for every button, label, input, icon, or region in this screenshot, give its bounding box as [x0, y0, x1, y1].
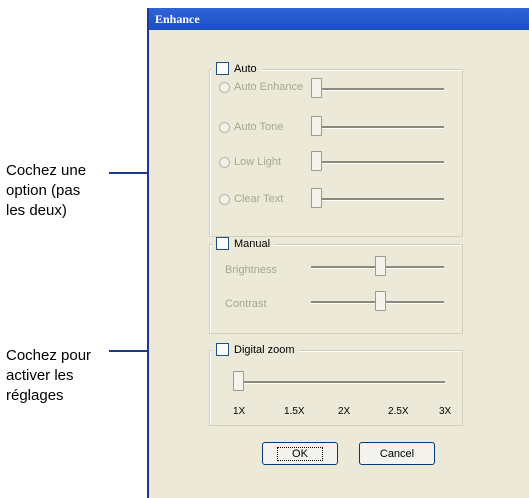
- callout-option-line-2: option (pas: [6, 182, 81, 199]
- contrast-label: Contrast: [225, 298, 267, 310]
- digital-zoom-label: Digital zoom: [234, 343, 295, 356]
- auto-legend: Auto: [212, 62, 261, 75]
- low-light-slider[interactable]: [311, 151, 322, 171]
- digital-zoom-checkbox[interactable]: [216, 343, 229, 356]
- manual-group: Manual: [209, 237, 463, 334]
- enhance-dialog: Enhance Auto Auto Enhance Auto Tone Low …: [147, 8, 529, 498]
- clear-text-slider[interactable]: [311, 188, 322, 208]
- brightness-slider[interactable]: [375, 256, 386, 276]
- radio-button-icon: [219, 193, 230, 205]
- slider-track: [314, 88, 444, 91]
- radio-button-icon: [219, 121, 230, 133]
- radio-auto-enhance[interactable]: Auto Enhance: [219, 81, 303, 93]
- zoom-tick-1x: 1X: [233, 406, 246, 417]
- cancel-label: Cancel: [379, 447, 415, 460]
- manual-legend: Manual: [212, 237, 275, 250]
- slider-track: [314, 126, 444, 129]
- radio-label: Low Light: [234, 156, 282, 168]
- auto-label: Auto: [234, 62, 257, 75]
- zoom-group: Digital zoom: [209, 343, 463, 426]
- callout-settings-line-1: Cochez pour: [6, 347, 92, 364]
- manual-label: Manual: [234, 237, 271, 250]
- radio-label: Clear Text: [234, 193, 284, 205]
- cancel-button[interactable]: Cancel: [359, 442, 435, 465]
- radio-button-icon: [219, 156, 230, 168]
- zoom-tick-3x: 3X: [439, 406, 452, 417]
- ok-label: OK: [277, 446, 323, 461]
- callout-option-line-3: les deux): [6, 202, 67, 219]
- zoom-tick-2x: 2X: [338, 406, 351, 417]
- callout-settings-line-2: activer les: [6, 367, 74, 384]
- radio-label: Auto Enhance: [234, 81, 304, 93]
- dialog-title: Enhance: [155, 12, 200, 26]
- zoom-legend: Digital zoom: [212, 343, 299, 356]
- title-bar[interactable]: Enhance: [149, 8, 529, 30]
- radio-clear-text[interactable]: Clear Text: [219, 193, 283, 205]
- auto-group: Auto: [209, 62, 463, 237]
- radio-label: Auto Tone: [234, 121, 284, 133]
- contrast-slider[interactable]: [375, 291, 386, 311]
- callout-option: Cochez une option (pas les deux): [6, 161, 86, 221]
- radio-auto-tone[interactable]: Auto Tone: [219, 121, 283, 133]
- callout-settings-line-3: réglages: [6, 387, 64, 404]
- auto-enhance-slider[interactable]: [311, 78, 322, 98]
- auto-tone-slider[interactable]: [311, 116, 322, 136]
- auto-checkbox[interactable]: [216, 62, 229, 75]
- slider-track: [314, 198, 444, 201]
- slider-track: [235, 381, 445, 384]
- callout-option-line-1: Cochez une: [6, 162, 87, 179]
- digital-zoom-slider[interactable]: [233, 371, 244, 391]
- zoom-tick-2-5x: 2.5X: [388, 406, 409, 417]
- ok-button[interactable]: OK: [262, 442, 338, 465]
- brightness-label: Brightness: [225, 264, 277, 276]
- callout-settings: Cochez pour activer les réglages: [6, 346, 91, 406]
- radio-low-light[interactable]: Low Light: [219, 156, 281, 168]
- manual-checkbox[interactable]: [216, 237, 229, 250]
- slider-track: [314, 161, 444, 164]
- zoom-tick-1-5x: 1.5X: [284, 406, 305, 417]
- radio-button-icon: [219, 81, 230, 93]
